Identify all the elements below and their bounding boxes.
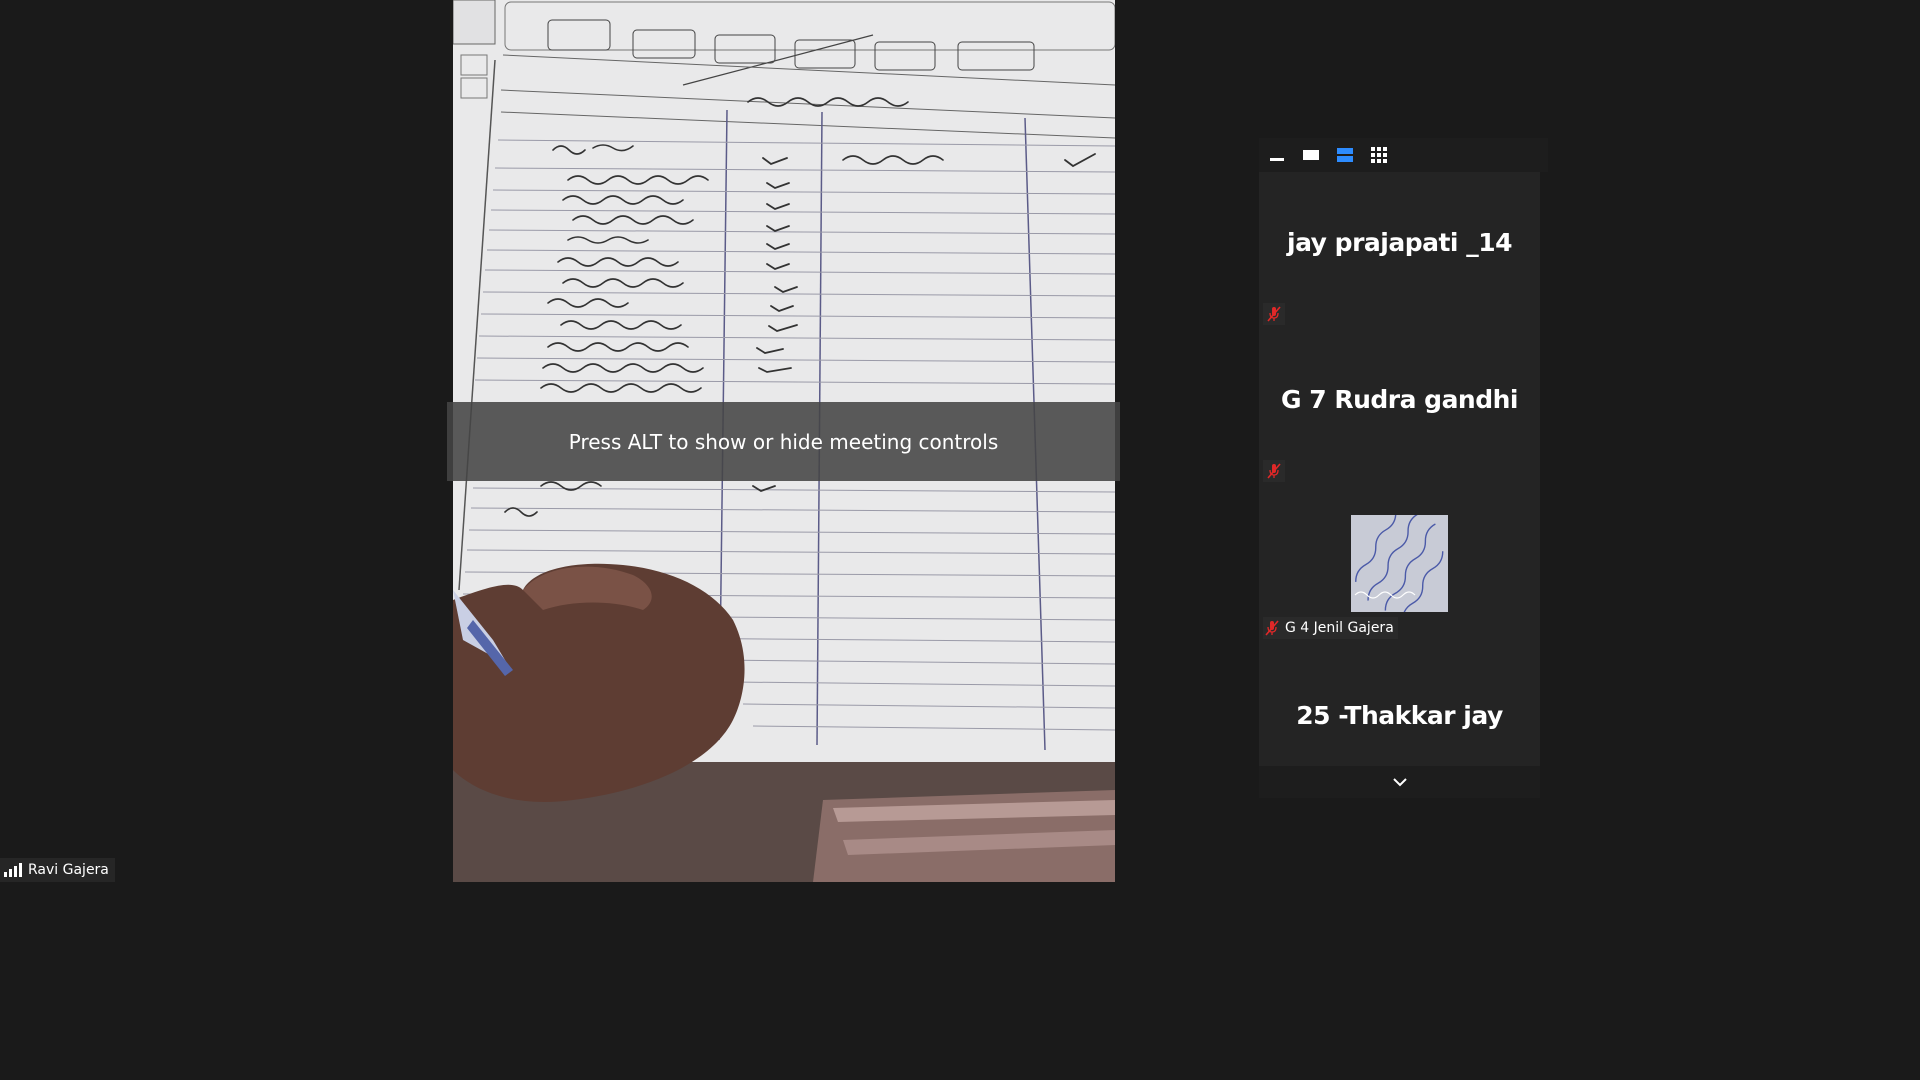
gallery-grid-icon[interactable]	[1369, 145, 1389, 165]
participant-tile[interactable]: G 7 Rudra gandhi	[1259, 329, 1540, 487]
gallery-strip-icon[interactable]	[1335, 145, 1355, 165]
mic-muted-icon	[1263, 460, 1285, 482]
participant-tile[interactable]: G 4 Jenil Gajera	[1259, 486, 1540, 644]
signal-strength-icon	[4, 863, 22, 877]
participant-tile[interactable]: jay prajapati _14	[1259, 172, 1540, 330]
view-mode-bar	[1259, 138, 1548, 172]
participant-name: jay prajapati _14	[1287, 228, 1512, 257]
participant-name-chip: G 4 Jenil Gajera	[1263, 617, 1398, 639]
active-speaker-tag: Ravi Gajera	[0, 858, 115, 882]
speaker-view-icon[interactable]	[1301, 145, 1321, 165]
minimize-icon[interactable]	[1267, 145, 1287, 165]
participant-name: G 4 Jenil Gajera	[1285, 620, 1394, 636]
mic-muted-icon	[1263, 303, 1285, 325]
participant-name: G 7 Rudra gandhi	[1281, 385, 1519, 414]
participant-tile[interactable]: 25 -Thakkar jay	[1259, 643, 1540, 766]
mic-muted-icon	[1265, 620, 1279, 636]
chevron-down-icon	[1392, 778, 1407, 787]
participants-panel: jay prajapati _14 G 7 Rudra gandhi G 4 J…	[1259, 138, 1548, 798]
participant-video-thumbnail	[1351, 515, 1448, 612]
scroll-down-button[interactable]	[1259, 766, 1540, 798]
meeting-controls-hint-text: Press ALT to show or hide meeting contro…	[568, 429, 999, 454]
active-speaker-name: Ravi Gajera	[28, 862, 109, 878]
meeting-controls-hint: Press ALT to show or hide meeting contro…	[447, 402, 1120, 481]
participant-name: 25 -Thakkar jay	[1296, 701, 1503, 730]
